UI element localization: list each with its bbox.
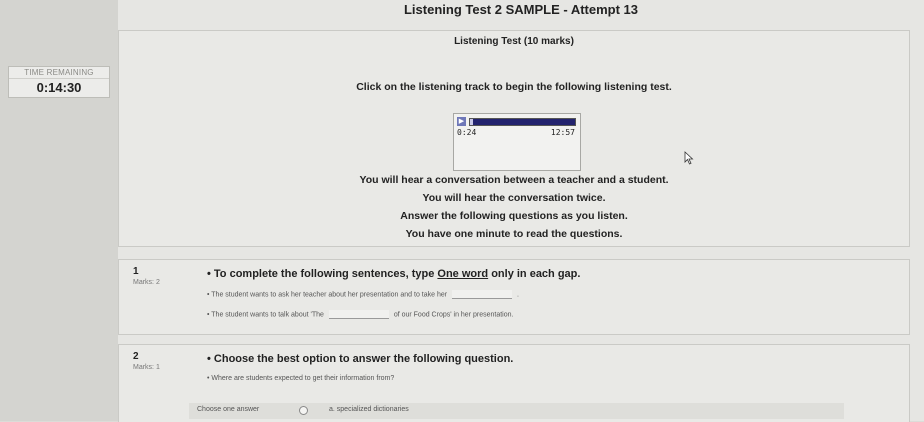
question-line: • Where are students expected to get the… <box>207 375 395 382</box>
info-line: You will hear a conversation between a t… <box>359 174 669 186</box>
question-line: • The student wants to talk about 'The o… <box>207 310 513 319</box>
option-a-label[interactable]: a. specialized dictionaries <box>329 406 409 413</box>
prompt-emphasis: One word <box>437 268 489 280</box>
test-subtitle: Listening Test (10 marks) <box>454 36 574 47</box>
question-number: 2 <box>133 351 139 362</box>
current-time: 0:24 <box>457 128 477 137</box>
question-prompt: • Choose the best option to answer the f… <box>207 353 514 365</box>
prompt-text: only in each gap. <box>488 268 581 280</box>
info-line: You have one minute to read the question… <box>405 228 623 240</box>
intro-panel: Listening Test (10 marks) Click on the l… <box>118 30 910 247</box>
question-marks: Marks: 1 <box>133 364 160 371</box>
seek-bar[interactable] <box>469 118 576 126</box>
timer-box: TIME REMAINING 0:14:30 <box>8 66 110 98</box>
total-time: 12:57 <box>550 128 575 137</box>
info-lines: You will hear a conversation between a t… <box>119 171 909 243</box>
question-2: 2 Marks: 1 • Choose the best option to a… <box>118 344 910 422</box>
answer-gap-input[interactable] <box>452 290 513 299</box>
choose-label: Choose one answer <box>197 406 260 413</box>
timer-value: 0:14:30 <box>36 80 82 95</box>
left-sidebar <box>0 0 118 421</box>
audio-player[interactable]: ▶ 0:24 12:57 <box>453 113 581 171</box>
instruction-text: Click on the listening track to begin th… <box>356 81 672 93</box>
question-marks: Marks: 2 <box>133 279 160 286</box>
play-icon[interactable]: ▶ <box>457 117 466 126</box>
answer-gap-input[interactable] <box>328 310 389 319</box>
question-1: 1 Marks: 2 • To complete the following s… <box>118 259 910 335</box>
info-line: Answer the following questions as you li… <box>400 210 628 222</box>
line-text: of our Food Crops' in her presentation. <box>393 311 514 319</box>
timer-label: TIME REMAINING <box>9 67 109 79</box>
question-line: • The student wants to ask her teacher a… <box>207 290 519 299</box>
question-prompt: • To complete the following sentences, t… <box>207 268 580 280</box>
option-a-radio[interactable] <box>299 406 308 415</box>
line-text: • The student wants to talk about 'The <box>207 311 324 319</box>
info-line: You will hear the conversation twice. <box>422 192 606 204</box>
page-title: Listening Test 2 SAMPLE - Attempt 13 <box>403 2 639 17</box>
answer-options: Choose one answer a. specialized diction… <box>189 403 844 419</box>
mouse-cursor-icon <box>684 151 694 165</box>
line-text: . <box>517 291 519 299</box>
question-number: 1 <box>133 266 139 277</box>
prompt-text: • To complete the following sentences, t… <box>207 268 438 280</box>
line-text: • The student wants to ask her teacher a… <box>207 291 448 299</box>
seek-progress <box>470 119 474 125</box>
